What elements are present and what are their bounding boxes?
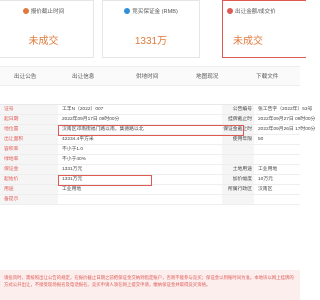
deadline-card-title: 报价截止时间 [0,7,93,15]
deposit-card-title: 竞买保证金 (RMB) [103,7,199,15]
tab-transfer-info[interactable]: 出让信息 [72,67,94,87]
detail-tabs: 出让公告 出让信息 供地时间 地图现况 下载文件 [0,66,300,86]
tab-announcement[interactable]: 出让公告 [14,67,36,87]
deposit-card: 竞买保证金 (RMB) 1331万 [102,0,200,58]
deadline-card-value: 未成交 [28,36,59,47]
table-row: 备提示 [0,195,300,205]
tab-download[interactable]: 下载文件 [256,67,278,87]
coin-icon [124,8,131,14]
deadline-card: 报价截止时间 未成交 [0,0,94,58]
deal-price-card: 出让金额/成交价 未成交 [222,0,306,58]
table-row: 容积率 不小于1.0 [0,145,300,155]
table-row: 用途 工业用地 所属行政区 汉南区 [0,185,300,195]
start-price-highlight-box [58,175,152,186]
deal-price-card-value: 未成交 [233,36,263,47]
table-row: 证号 工丰N（2022）007 公告编号 张工告字（2022年）53号 [0,105,312,115]
table-row: 绿地率 不小于40% [0,155,300,165]
clock-icon [22,8,29,14]
table-row: 出让面积 42234.4平方米 使用年限 50 [0,135,300,145]
table-row: 起日期 2022年09月17日 09时00分 挂牌截止时 2022年09月27日 09… [0,115,315,125]
parcel-info-table: 证号 工丰N（2022）007 公告编号 张工告字（2022年）53号 起日期 2022… [0,104,315,205]
deal-price-card-title: 出让金额/成交价 [223,7,306,15]
risk-notice: 请投资时，需按照出让公告的规定，在报价截止日期之前把保证金交纳到指定账户，否则不… [0,270,300,300]
table-row: 保证金 1331万元 土地用途 工业用地 [0,165,300,175]
price-tag-icon [227,8,233,14]
risk-notice-text: 请投资时，需按照出让公告的规定，在报价截止日期之前把保证金交纳到指定账户，否则不… [4,275,294,287]
tab-supply-time[interactable]: 供地时间 [136,67,158,87]
deposit-card-value: 1331万 [134,36,168,47]
location-highlight-box [58,125,244,136]
tab-map[interactable]: 地图现况 [196,67,218,87]
